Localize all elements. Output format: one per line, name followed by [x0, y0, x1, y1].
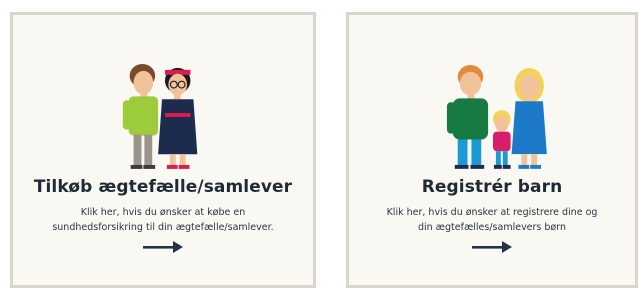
card-description: Klik her, hvis du ønsker at registrere d…: [386, 207, 598, 233]
card-title: Registrér barn: [421, 177, 563, 197]
right-arrow-icon[interactable]: [143, 241, 183, 253]
right-arrow-icon[interactable]: [472, 241, 512, 253]
add-spouse-card[interactable]: Tilkøb ægtefælle/samlever Klik her, hvis…: [10, 12, 316, 288]
family-illustration: [446, 65, 547, 169]
couple-illustration: [122, 64, 198, 169]
card-title: Tilkøb ægtefælle/samlever: [33, 177, 293, 197]
register-child-card[interactable]: Registrér barn Klik her, hvis du ønsker …: [346, 12, 638, 288]
card-description: Klik her, hvis du ønsker at købe en sund…: [52, 207, 274, 233]
